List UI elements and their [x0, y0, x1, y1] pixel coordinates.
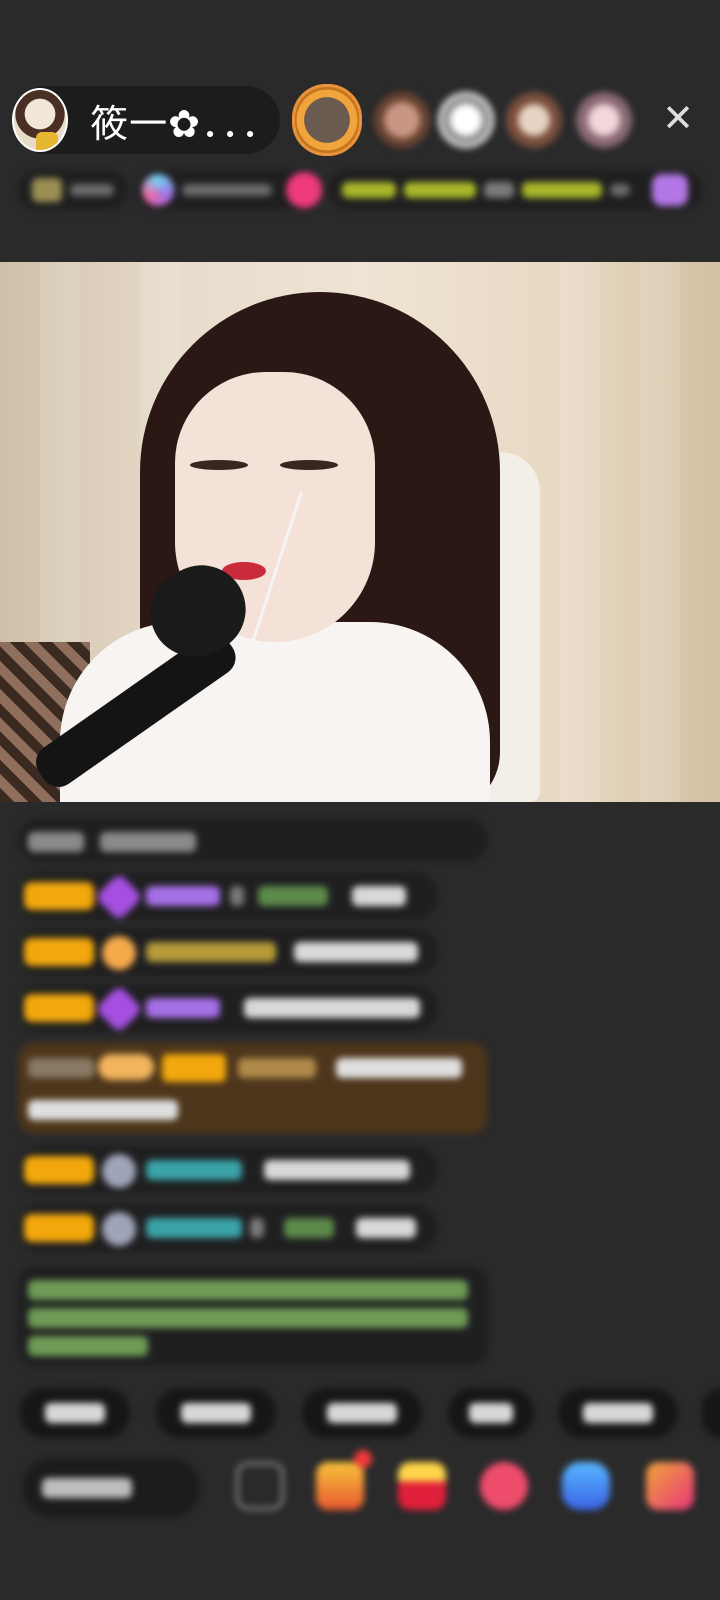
- level-chip[interactable]: [18, 170, 128, 210]
- chat-message[interactable]: [18, 984, 438, 1034]
- top-viewer-avatar-1[interactable]: [292, 84, 362, 156]
- chat-notice: [18, 818, 488, 862]
- live-video[interactable]: [0, 262, 720, 802]
- quick-reply-button[interactable]: [558, 1388, 678, 1438]
- notification-dot: [354, 1450, 372, 1468]
- chat-input[interactable]: [22, 1458, 200, 1518]
- chat-message[interactable]: [18, 928, 438, 976]
- shop-icon[interactable]: [646, 1462, 694, 1510]
- gift-box-icon[interactable]: [316, 1462, 364, 1510]
- chat-message[interactable]: [18, 1146, 438, 1194]
- stream-info-row: [18, 170, 702, 218]
- top-viewer-avatar-2[interactable]: [374, 92, 430, 148]
- heart-icon[interactable]: [480, 1462, 528, 1510]
- top-viewer-avatar-5[interactable]: [576, 92, 632, 148]
- game-icon[interactable]: [562, 1462, 610, 1510]
- host-name: 筱一✿．．．: [90, 101, 280, 146]
- more-icon[interactable]: [236, 1462, 284, 1510]
- quick-reply-button[interactable]: [448, 1388, 534, 1438]
- chat-message[interactable]: [18, 872, 438, 922]
- top-viewer-avatar-4[interactable]: [506, 92, 562, 148]
- popularity-chip[interactable]: [136, 170, 322, 210]
- chat-highlight-message[interactable]: [18, 1042, 488, 1134]
- chat-message[interactable]: [18, 1204, 438, 1252]
- quick-reply-button[interactable]: [302, 1388, 422, 1438]
- close-icon[interactable]: ✕: [660, 99, 696, 137]
- quick-reply-button[interactable]: [20, 1388, 130, 1438]
- quick-reply-button[interactable]: [702, 1388, 720, 1438]
- quick-reply-button[interactable]: [156, 1388, 276, 1438]
- chat-system-message: [18, 1266, 488, 1366]
- host-info-pill[interactable]: 筱一✿．．．: [12, 86, 280, 154]
- red-envelope-icon[interactable]: [398, 1462, 446, 1510]
- rank-chip[interactable]: [328, 170, 702, 210]
- host-avatar[interactable]: [12, 88, 69, 152]
- top-viewer-avatar-3[interactable]: [438, 92, 494, 148]
